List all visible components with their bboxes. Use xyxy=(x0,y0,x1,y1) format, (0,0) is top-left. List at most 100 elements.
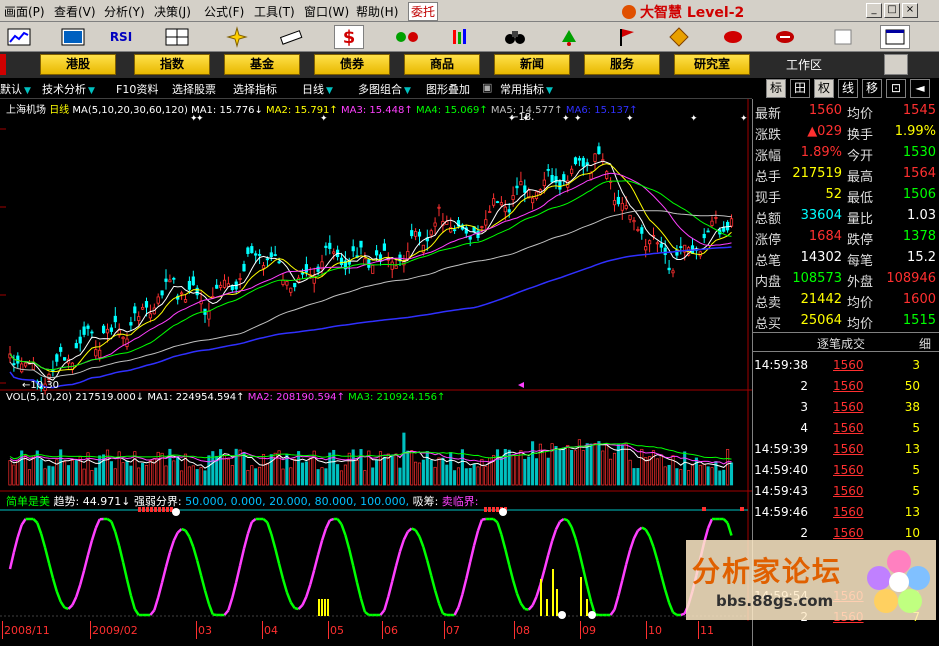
quote-label: 总手 xyxy=(755,170,782,185)
binoculars-icon[interactable] xyxy=(500,25,530,49)
quote-value: 1.99% xyxy=(894,124,936,139)
nav-bond[interactable]: 债券 xyxy=(314,54,390,75)
quote-label: 涨幅 xyxy=(755,149,782,164)
ticks-detail-button[interactable]: 细 xyxy=(919,335,931,352)
ma3-line xyxy=(9,172,732,371)
cb-technical[interactable]: 技术分析 ▼ xyxy=(42,81,95,97)
menu-window[interactable]: 窗口(W) xyxy=(304,3,349,20)
logo-text: 大智慧 Level-2 xyxy=(640,5,745,21)
tab-back-icon[interactable]: ◄ xyxy=(910,79,930,98)
rsi-button[interactable]: RSI xyxy=(106,25,136,49)
crosshair-icon[interactable] xyxy=(222,25,252,49)
quote-label: 均价 xyxy=(847,107,874,122)
kline-chart-icon[interactable] xyxy=(4,25,34,49)
date-tick-mark xyxy=(580,621,581,639)
date-tick-mark xyxy=(382,621,383,639)
date-axis: 2008/11 2009/02 03 04 05 06 07 08 09 10 11 xyxy=(0,621,752,646)
event-marker: ✦ xyxy=(690,114,698,124)
quote-value: 1564 xyxy=(902,166,936,181)
nav-commodity[interactable]: 商品 xyxy=(404,54,480,75)
nav-hk-stocks[interactable]: 港股 xyxy=(40,54,116,75)
indicator-header: 简单是美 趋势: 44.971↓ 强弱分界: 50.000, 0.000, 20… xyxy=(6,495,479,508)
workzone-button[interactable] xyxy=(884,54,908,75)
signal-dot xyxy=(558,611,566,619)
vol-ma-value: 208190.594 xyxy=(276,392,337,403)
bell-icon[interactable] xyxy=(770,25,800,49)
main-header: 上海机场 日线 MA(5,10,20,30,60,120) MA1: 15.77… xyxy=(6,105,638,116)
quote-value: 217519 xyxy=(792,166,842,181)
news-icon[interactable] xyxy=(718,25,748,49)
high-label: ←18. xyxy=(510,112,535,123)
candles xyxy=(8,142,734,395)
maximize-button[interactable]: □ xyxy=(884,3,900,18)
menu-tools[interactable]: 工具(T) xyxy=(254,3,295,20)
signal-dot xyxy=(588,611,596,619)
quote-table-icon[interactable] xyxy=(58,25,88,49)
cb-daily[interactable]: 日线 ▼ xyxy=(302,81,333,97)
tab-line[interactable]: 线 xyxy=(838,79,858,98)
quote-label: 内盘 xyxy=(755,275,782,290)
dollar-icon[interactable]: $ xyxy=(334,25,364,49)
cb-select-indicator[interactable]: 选择指标 xyxy=(233,81,277,97)
menu-analysis[interactable]: 分析(Y) xyxy=(104,3,145,20)
cb-multi-chart[interactable]: 多图组合 ▼ xyxy=(358,81,411,97)
watermark: 分析家论坛 bbs.88gs.com xyxy=(686,540,936,620)
cb-common-indicator[interactable]: 常用指标 ▼ xyxy=(500,81,553,97)
nav-fund[interactable]: 基金 xyxy=(224,54,300,75)
quote-row: 涨停 1684 跌停 1378 xyxy=(753,227,939,248)
diamond-icon[interactable] xyxy=(664,25,694,49)
menu-decision[interactable]: 决策(J) xyxy=(154,3,191,20)
menu-view[interactable]: 查看(V) xyxy=(54,3,96,20)
ma-value: 15.448 xyxy=(369,105,405,116)
cb-f10[interactable]: F10资料 xyxy=(116,81,158,97)
ruler-icon[interactable] xyxy=(276,25,306,49)
tab-move[interactable]: 移 xyxy=(862,79,882,98)
tab-grid[interactable]: 田 xyxy=(790,79,810,98)
date-tick-mark xyxy=(698,621,699,639)
window-icon[interactable] xyxy=(880,25,910,49)
menu-screen[interactable]: 画面(P) xyxy=(4,3,45,20)
color-bars-icon[interactable] xyxy=(446,25,476,49)
nav-research[interactable]: 研究室 xyxy=(674,54,750,75)
nav-index[interactable]: 指数 xyxy=(134,54,210,75)
date-tick: 08 xyxy=(516,624,530,637)
quote-value: 1.03 xyxy=(907,208,936,223)
chart-area[interactable]: ✦ ✦ ✦ ✦ ✦ ✦ ✦ ✦ ✦ ✦ 上海机场 日线 MA(5,10,20,30,60,120)… xyxy=(0,99,752,646)
quote-label: 最高 xyxy=(847,170,874,185)
tab-label[interactable]: 标 xyxy=(766,79,786,98)
lock-icon[interactable]: ▣ xyxy=(482,81,492,94)
watermark-title: 分析家论坛 xyxy=(692,555,843,588)
menu-bar: 画面(P) 查看(V) 分析(Y) 决策(J) 公式(F) 工具(T) 窗口(W… xyxy=(0,0,939,22)
grid-icon[interactable] xyxy=(162,25,192,49)
indicator-icon[interactable] xyxy=(392,25,422,49)
document-icon[interactable] xyxy=(828,25,858,49)
cb-select-stock[interactable]: 选择股票 xyxy=(172,81,216,97)
tick-row: 4 1560 5 xyxy=(753,418,939,439)
menu-help[interactable]: 帮助(H) xyxy=(356,3,398,20)
date-tick: 09 xyxy=(582,624,596,637)
quote-row: 总笔 14302 每笔 15.2 xyxy=(753,248,939,269)
workzone-label[interactable]: 工作区 xyxy=(786,56,822,73)
ma1-line xyxy=(9,160,732,381)
quote-label: 今开 xyxy=(847,149,874,164)
cb-overlay[interactable]: 图形叠加 xyxy=(426,81,470,97)
minimize-button[interactable]: _ xyxy=(866,3,882,18)
tab-rights[interactable]: 权 xyxy=(814,79,834,98)
ma-value: 15.791 xyxy=(294,105,330,116)
nav-service[interactable]: 服务 xyxy=(584,54,660,75)
ind-name: 简单是美 xyxy=(6,495,50,508)
quote-value: 15.2 xyxy=(907,250,936,265)
quote-label: 均价 xyxy=(847,296,874,311)
vol-ma-value: 224954.594 xyxy=(175,392,237,403)
nav-news[interactable]: 新闻 xyxy=(494,54,570,75)
tick-volume: 10 xyxy=(904,526,920,540)
menu-formula[interactable]: 公式(F) xyxy=(204,3,244,20)
vol-ma-label: MA2: xyxy=(244,392,277,403)
tab-box-icon[interactable]: ⊡ xyxy=(886,79,906,98)
quote-value: 14302 xyxy=(800,250,842,265)
close-button[interactable]: × xyxy=(902,3,918,18)
menu-trade[interactable]: 委托 xyxy=(408,2,439,21)
cb-default[interactable]: 默认 ▼ xyxy=(0,81,31,97)
flag-icon[interactable] xyxy=(612,25,642,49)
alert-icon[interactable] xyxy=(554,25,584,49)
